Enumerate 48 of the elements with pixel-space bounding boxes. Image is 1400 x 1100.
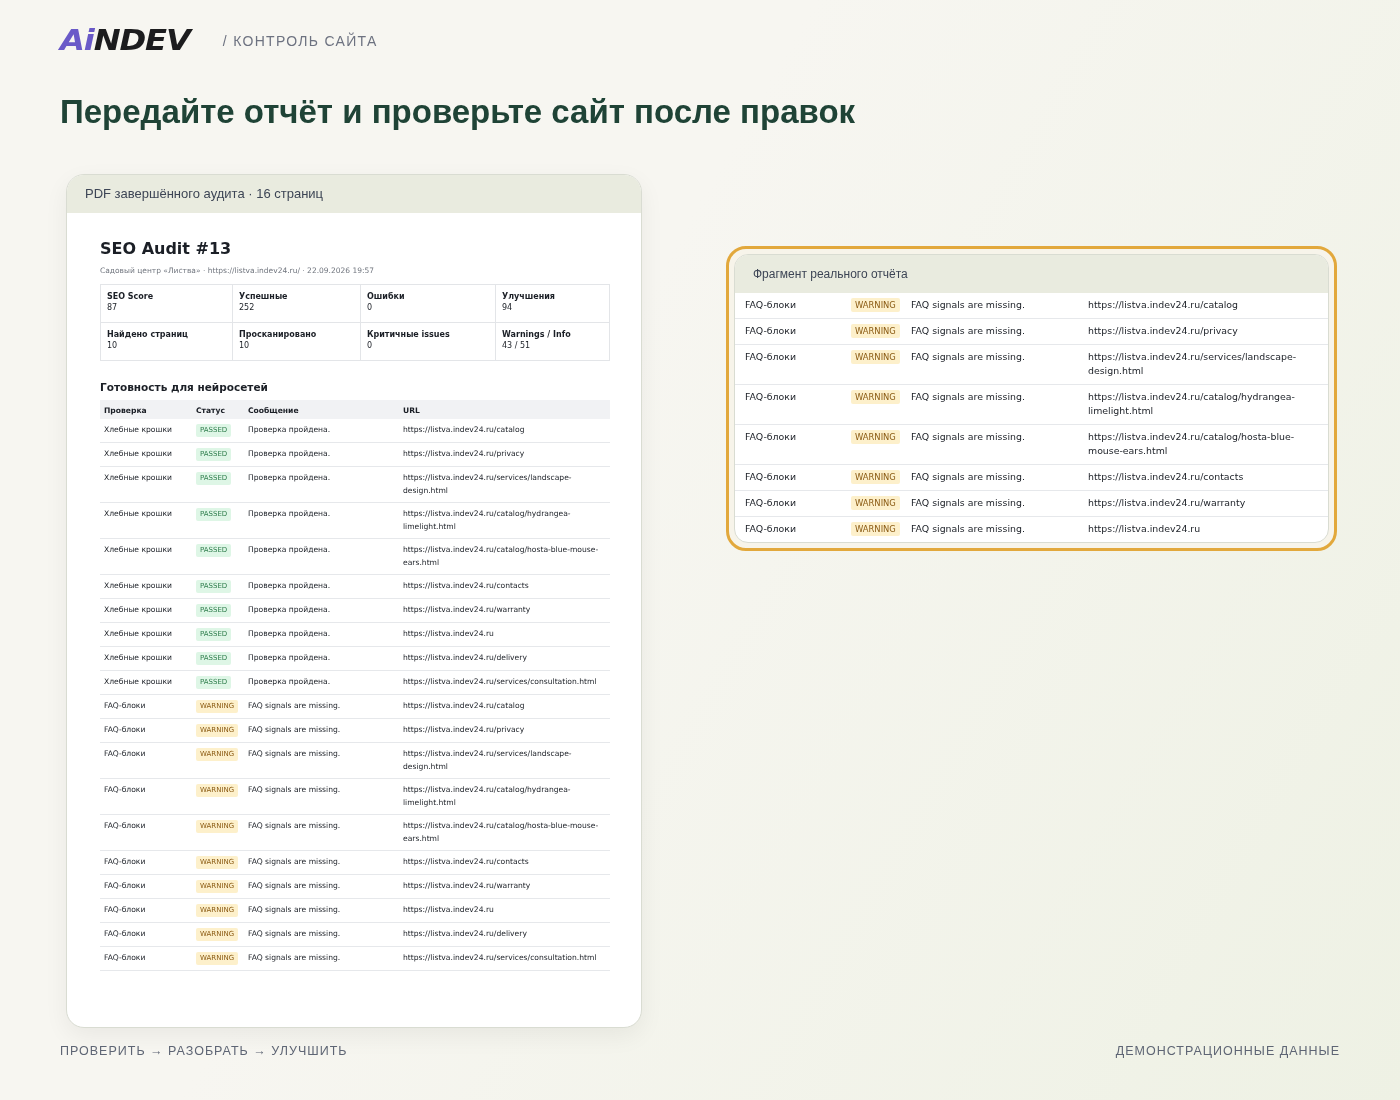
table-cell: FAQ signals are missing.	[911, 299, 1025, 310]
status-badge: WARNING	[851, 390, 900, 404]
section-title: Готовность для нейросетей	[100, 381, 269, 393]
status-badge: WARNING	[851, 324, 900, 338]
status-badge: WARNING	[851, 350, 900, 364]
table-cell: FAQ-блоки	[745, 299, 797, 310]
card-header: PDF завершённого аудита · 16 страниц	[67, 175, 641, 213]
url-cell: https://listva.indev24.ru/catalog/hydrangea-limelight.html	[1088, 391, 1295, 416]
table-cell: FAQ-блоки	[745, 325, 797, 336]
stat-cell: Критичные issues 0	[361, 323, 496, 361]
stat-cell: Найдено страниц 10	[101, 323, 233, 361]
url-cell: https://listva.indev24.ru	[1088, 523, 1201, 534]
table-cell: FAQ signals are missing.	[911, 497, 1025, 508]
status-badge: WARNING	[851, 496, 900, 510]
stat-cell: SEO Score 87	[101, 285, 233, 323]
status-badge: WARNING	[851, 298, 900, 312]
stat-cell: Улучшения 94	[496, 285, 610, 323]
footer-steps: ПРОВЕРИТЬ → РАЗОБРАТЬ → УЛУЧШИТЬ	[60, 1044, 348, 1100]
table-cell: FAQ signals are missing.	[911, 471, 1025, 482]
status-badge: WARNING	[851, 522, 900, 536]
table-cell: FAQ-блоки	[745, 471, 797, 482]
url-cell: https://listva.indev24.ru/privacy	[1088, 325, 1238, 336]
status-badge: WARNING	[851, 430, 900, 444]
headline: Передайте отчёт и проверьте сайт после правок	[60, 92, 857, 132]
stat-cell: Успешные 252	[233, 285, 361, 323]
table-cell: FAQ signals are missing.	[911, 351, 1025, 362]
table-cell: FAQ-блоки	[745, 523, 797, 534]
url-cell: https://listva.indev24.ru/catalog	[1088, 299, 1238, 310]
table-cell: FAQ signals are missing.	[911, 431, 1025, 442]
report-title: SEO Audit #13	[100, 239, 233, 258]
stat-cell: Ошибки 0	[361, 285, 496, 323]
stat-cell: Warnings / Info 43 / 51	[496, 323, 610, 361]
table-cell: FAQ signals are missing.	[911, 523, 1025, 534]
table-cell: FAQ signals are missing.	[911, 325, 1025, 336]
url-cell: https://listva.indev24.ru/services/landscape-design.html	[1088, 351, 1297, 376]
url-cell: https://listva.indev24.ru/warranty	[1088, 497, 1246, 508]
status-badge: WARNING	[851, 470, 900, 484]
footer-note: ДЕМОНСТРАЦИОННЫЕ ДАННЫЕ	[1115, 1044, 1340, 1060]
stat-cell: Просканировано 10	[233, 323, 361, 361]
url-cell: https://listva.indev24.ru/catalog/hosta-blue-mouse-ears.html	[1088, 431, 1295, 456]
table-cell: FAQ-блоки	[745, 431, 797, 442]
section-label: / КОНТРОЛЬ САЙТА	[222, 33, 378, 49]
table-cell: FAQ signals are missing.	[911, 391, 1025, 402]
table-cell: FAQ-блоки	[745, 391, 797, 402]
url-cell: https://listva.indev24.ru/contacts	[1088, 471, 1244, 482]
table-cell: FAQ-блоки	[745, 497, 797, 508]
card-header: Фрагмент реального отчёта	[735, 255, 1328, 293]
table-cell: FAQ-блоки	[745, 351, 797, 362]
